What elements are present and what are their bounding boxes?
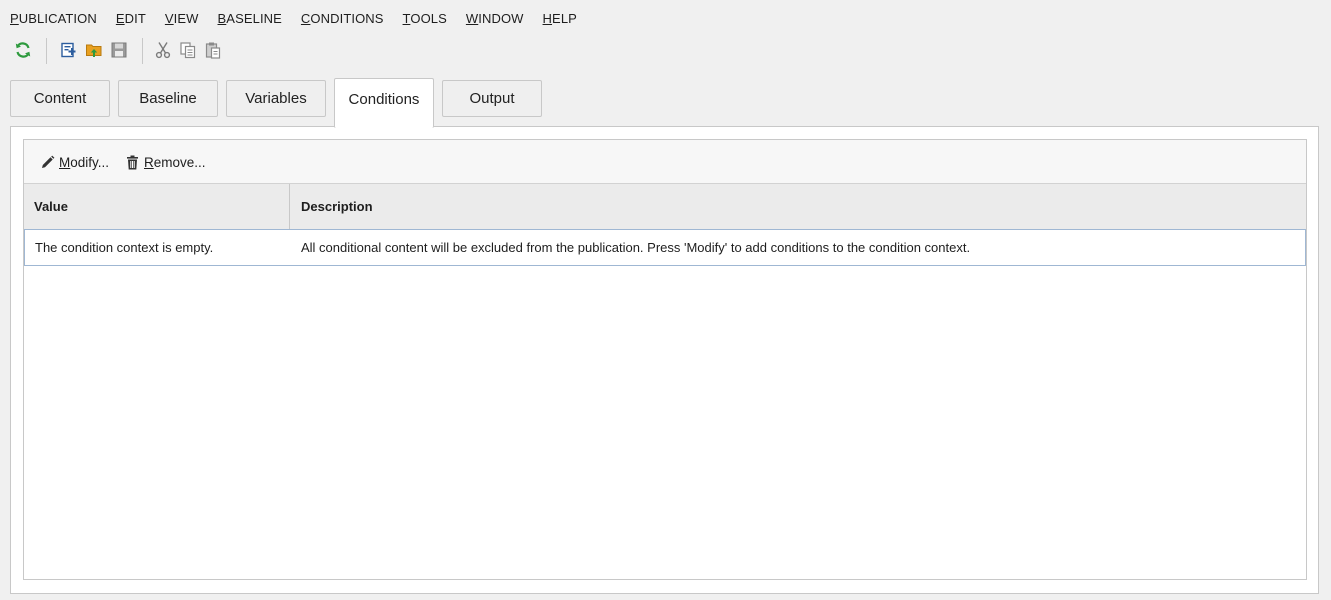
tab-variables[interactable]: Variables — [226, 80, 326, 117]
cell-value: The condition context is empty. — [35, 240, 214, 255]
copy-button[interactable] — [177, 39, 199, 61]
open-folder-icon — [86, 44, 102, 57]
menu-tools[interactable]: TOOLS — [403, 11, 447, 26]
open-button[interactable] — [83, 39, 105, 61]
paste-icon — [205, 42, 221, 59]
menu-baseline[interactable]: BASELINE — [218, 11, 282, 26]
cut-icon — [155, 42, 171, 59]
tab-label: Output — [469, 90, 515, 107]
tab-bar: Content Baseline Variables Conditions Ou… — [0, 78, 1331, 128]
copy-icon — [180, 42, 196, 59]
tab-content[interactable]: Content — [10, 80, 110, 117]
toolbar-separator — [46, 38, 47, 64]
cell-description: All conditional content will be excluded… — [301, 240, 971, 255]
column-header-description[interactable]: Description — [301, 184, 373, 229]
menu-view[interactable]: VIEW — [165, 11, 199, 26]
refresh-button[interactable] — [12, 39, 34, 61]
tab-label: Variables — [245, 90, 307, 107]
modify-mnemonic: M — [59, 154, 71, 170]
trash-icon — [127, 155, 138, 169]
tab-label: Content — [33, 90, 87, 107]
modify-label: odify... — [70, 154, 110, 170]
menu-edit[interactable]: EDIT — [116, 11, 146, 26]
remove-button[interactable]: Remove... — [125, 152, 206, 172]
toolbar-separator — [142, 38, 143, 64]
remove-label: emove... — [153, 154, 206, 170]
tab-output[interactable]: Output — [442, 80, 542, 117]
menu-bar: PUBLICATION EDIT VIEW BASELINE CONDITION… — [0, 0, 1331, 36]
new-publication-icon — [61, 42, 76, 58]
column-header-value[interactable]: Value — [34, 184, 68, 229]
tab-label: Baseline — [139, 90, 197, 107]
column-divider[interactable] — [289, 184, 290, 229]
table-row[interactable]: The condition context is empty. All cond… — [24, 229, 1306, 266]
cut-button[interactable] — [152, 39, 174, 61]
menu-publication[interactable]: PUBLICATION — [10, 11, 97, 26]
tab-label: Conditions — [348, 90, 420, 108]
conditions-tab-panel: Modify... Remove... Value Description Th — [10, 126, 1319, 594]
new-publication-button[interactable] — [57, 39, 79, 61]
refresh-icon — [15, 42, 31, 58]
save-button[interactable] — [108, 39, 130, 61]
paste-button[interactable] — [202, 39, 224, 61]
tab-baseline[interactable]: Baseline — [118, 80, 218, 117]
menu-conditions[interactable]: CONDITIONS — [301, 11, 384, 26]
conditions-table-container: Modify... Remove... Value Description Th — [23, 139, 1307, 580]
remove-mnemonic: R — [144, 154, 154, 170]
pencil-icon — [42, 155, 55, 168]
main-toolbar — [0, 38, 1331, 64]
menu-help[interactable]: HELP — [543, 11, 577, 26]
table-header: Value Description — [24, 184, 1306, 230]
tab-conditions[interactable]: Conditions — [334, 78, 434, 128]
conditions-toolbar: Modify... Remove... — [24, 140, 1306, 184]
save-icon — [111, 42, 127, 58]
modify-button[interactable]: Modify... — [40, 152, 109, 172]
menu-window[interactable]: WINDOW — [466, 11, 524, 26]
